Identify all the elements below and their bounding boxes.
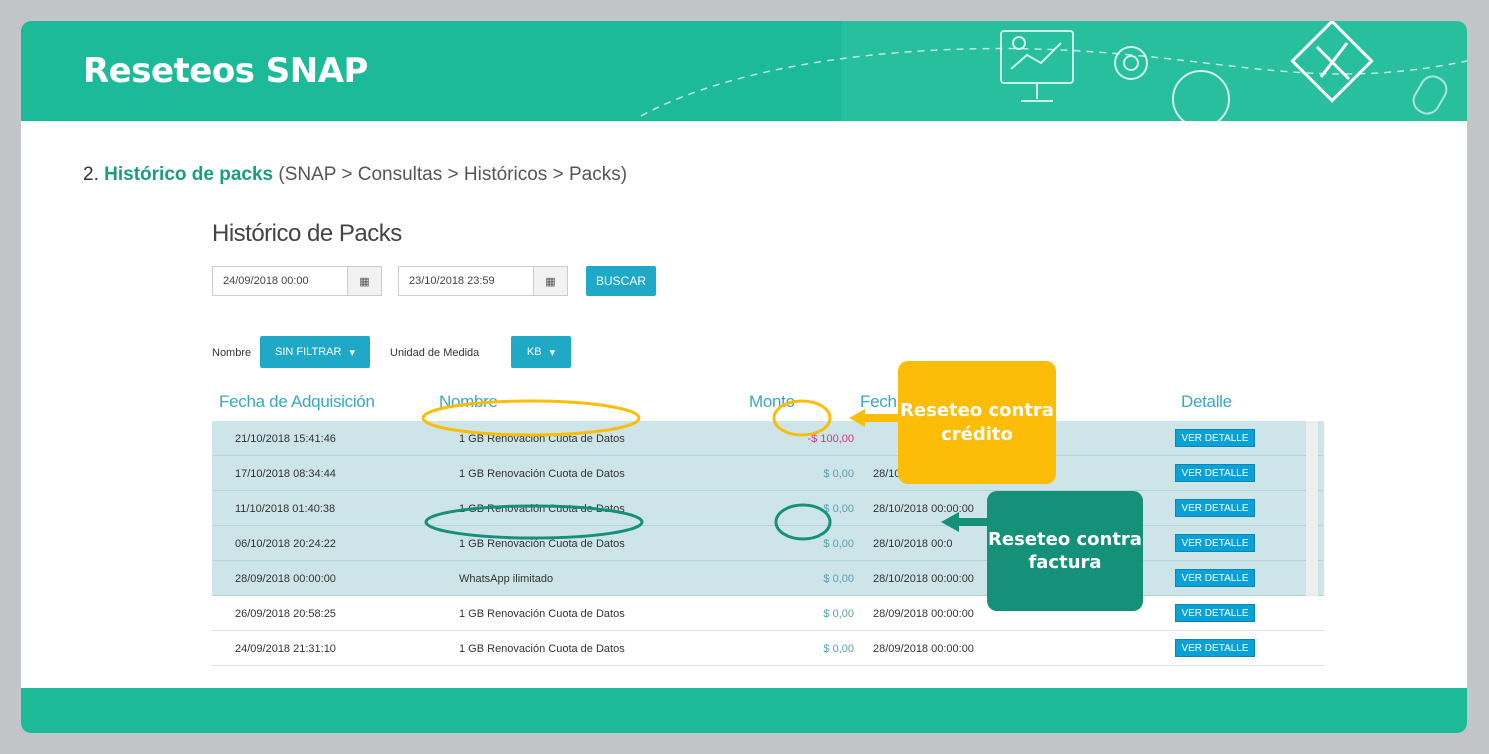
column-header-expiry[interactable]: Fech [860, 392, 897, 412]
column-header-amount[interactable]: Monto [749, 392, 795, 412]
section-number: 2. [83, 164, 99, 185]
section-highlight: Histórico de packs [104, 164, 274, 185]
cell-expiry: 28/09/2018 00:00:00 [873, 642, 974, 655]
date-from-input[interactable]: 24/09/2018 00:00 ▦ [212, 266, 382, 296]
unit-filter-value: KB [526, 346, 542, 358]
callout-invoice-reset: Reseteo contra factura [987, 491, 1143, 611]
cell-date: 11/10/2018 01:40:38 [235, 502, 336, 515]
view-detail-button[interactable]: VER DETALLE [1175, 534, 1255, 552]
cell-amount: $ 0,00 [823, 502, 854, 515]
cell-name: 1 GB Renovación Cuota de Datos [459, 607, 625, 620]
cell-date: 17/10/2018 08:34:44 [235, 467, 336, 480]
table-scrollbar[interactable] [1306, 421, 1318, 596]
date-to-value: 23/10/2018 23:59 [409, 275, 495, 287]
callout-credit-reset: Reseteo contra crédito [898, 361, 1056, 484]
table-row: 21/10/2018 15:41:46 1 GB Renovación Cuota… [212, 421, 1324, 456]
screenshot-panel: Histórico de Packs 24/09/2018 00:00 ▦ 23… [206, 216, 1324, 666]
cell-amount: $ 0,00 [823, 537, 854, 550]
cell-amount: $ 0,00 [823, 467, 854, 480]
column-header-date[interactable]: Fecha de Adquisición [219, 392, 375, 412]
table-row: 06/10/2018 20:24:22 1 GB Renovación Cuota… [212, 526, 1324, 561]
name-filter-dropdown[interactable]: SIN FILTRAR ▾ [260, 336, 370, 368]
cell-name: 1 GB Renovación Cuota de Datos [459, 537, 625, 550]
cell-name: 1 GB Renovación Cuota de Datos [459, 502, 625, 515]
column-header-detail[interactable]: Detalle [1181, 392, 1232, 412]
slide: Reseteos SNAP 2. Histórico de packs (SNA… [21, 21, 1467, 733]
slide-header: Reseteos SNAP [21, 21, 1467, 121]
cell-date: 21/10/2018 15:41:46 [235, 432, 336, 445]
cell-date: 26/09/2018 20:58:25 [235, 607, 336, 620]
cell-amount: $ 0,00 [823, 607, 854, 620]
name-filter-label: Nombre [212, 347, 252, 359]
chevron-down-icon: ▾ [349, 346, 355, 359]
unit-filter-label: Unidad de Medida [390, 347, 480, 359]
cell-expiry: 28/09/2018 00:00:00 [873, 607, 974, 620]
page-title: Histórico de Packs [212, 220, 402, 247]
unit-filter-dropdown[interactable]: KB ▾ [511, 336, 571, 368]
view-detail-button[interactable]: VER DETALLE [1175, 429, 1255, 447]
cell-name: WhatsApp ilimitado [459, 572, 554, 585]
cell-date: 06/10/2018 20:24:22 [235, 537, 336, 550]
search-button[interactable]: BUSCAR [586, 266, 656, 296]
cell-amount: -$ 100,00 [807, 432, 854, 445]
cell-name: 1 GB Renovación Cuota de Datos [459, 642, 625, 655]
table-row: 17/10/2018 08:34:44 1 GB Renovación Cuota… [212, 456, 1324, 491]
table-row: 26/09/2018 20:58:25 1 GB Renovación Cuota… [212, 596, 1324, 631]
slide-footer [21, 688, 1467, 733]
view-detail-button[interactable]: VER DETALLE [1175, 639, 1255, 657]
view-detail-button[interactable]: VER DETALLE [1175, 604, 1255, 622]
cell-name: 1 GB Renovación Cuota de Datos [459, 432, 625, 445]
column-header-name[interactable]: Nombre [439, 392, 498, 412]
view-detail-button[interactable]: VER DETALLE [1175, 569, 1255, 587]
date-from-value: 24/09/2018 00:00 [223, 275, 309, 287]
cell-expiry: 28/10/2018 00:0 [873, 537, 953, 550]
slide-title: Reseteos SNAP [83, 51, 368, 91]
name-filter-value: SIN FILTRAR [275, 346, 342, 358]
table-row: 11/10/2018 01:40:38 1 GB Renovación Cuota… [212, 491, 1324, 526]
cell-name: 1 GB Renovación Cuota de Datos [459, 467, 625, 480]
cell-amount: $ 0,00 [823, 572, 854, 585]
date-to-input[interactable]: 23/10/2018 23:59 ▦ [398, 266, 568, 296]
cell-amount: $ 0,00 [823, 642, 854, 655]
table-row: 24/09/2018 21:31:10 1 GB Renovación Cuota… [212, 631, 1324, 666]
cell-date: 28/09/2018 00:00:00 [235, 572, 336, 585]
view-detail-button[interactable]: VER DETALLE [1175, 464, 1255, 482]
section-path: (SNAP > Consultas > Históricos > Packs) [273, 164, 628, 185]
chevron-down-icon: ▾ [549, 346, 556, 359]
calendar-icon[interactable]: ▦ [347, 267, 381, 295]
section-subtitle: 2. Histórico de packs (SNAP > Consultas … [83, 164, 627, 186]
table-row: 28/09/2018 00:00:00 WhatsApp ilimitado $ 0… [212, 561, 1324, 596]
cell-date: 24/09/2018 21:31:10 [235, 642, 336, 655]
calendar-icon[interactable]: ▦ [533, 267, 567, 295]
cell-expiry: 28/10/2018 00:00:00 [873, 572, 974, 585]
view-detail-button[interactable]: VER DETALLE [1175, 499, 1255, 517]
cell-expiry: 28/10/2018 00:00:00 [873, 502, 974, 515]
